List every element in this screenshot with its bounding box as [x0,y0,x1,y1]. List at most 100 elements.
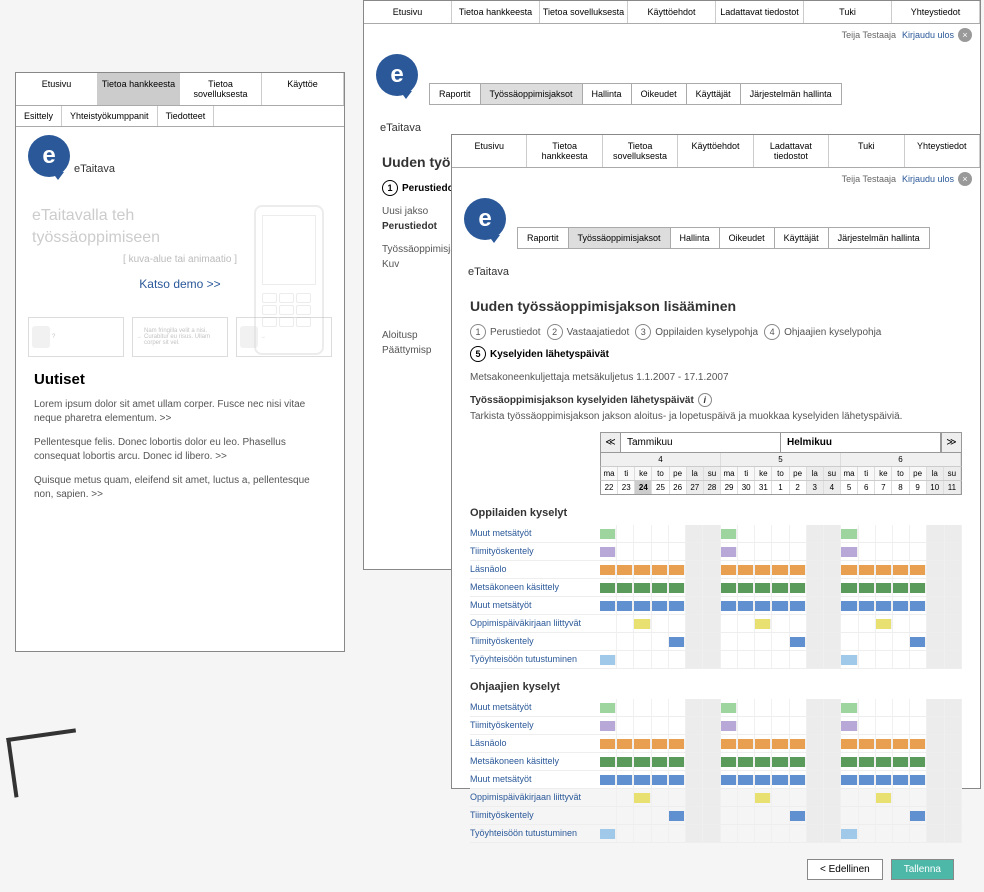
subnav-esittely[interactable]: Esittely [16,106,62,126]
previous-button[interactable]: < Edellinen [807,859,883,880]
schedule-cell[interactable] [945,825,962,842]
schedule-cell[interactable] [927,651,944,668]
nav-tuki[interactable]: Tuki [829,135,904,167]
schedule-cell[interactable] [876,699,893,716]
next-month-icon[interactable]: ≫ [941,433,961,452]
schedule-cell[interactable] [807,789,824,806]
schedule-cell[interactable] [669,615,686,632]
schedule-cell[interactable] [945,789,962,806]
schedule-cell[interactable] [807,597,824,614]
schedule-cell[interactable] [634,561,651,578]
schedule-cell[interactable] [721,771,738,788]
schedule-cell[interactable] [876,789,893,806]
schedule-cell[interactable] [772,735,789,752]
schedule-cell[interactable] [824,807,841,824]
schedule-cell[interactable] [617,753,634,770]
logout-link[interactable]: Kirjaudu ulos [902,30,954,40]
schedule-cell[interactable] [807,735,824,752]
schedule-cell[interactable] [945,579,962,596]
survey-row-label[interactable]: Tiimityöskentely [470,633,600,651]
schedule-cell[interactable] [790,717,807,734]
schedule-cell[interactable] [807,717,824,734]
schedule-cell[interactable] [634,735,651,752]
schedule-cell[interactable] [893,771,910,788]
schedule-cell[interactable] [876,735,893,752]
schedule-cell[interactable] [600,633,617,650]
schedule-cell[interactable] [617,633,634,650]
schedule-cell[interactable] [686,789,703,806]
schedule-cell[interactable] [876,717,893,734]
schedule-cell[interactable] [721,579,738,596]
schedule-cell[interactable] [824,735,841,752]
schedule-cell[interactable] [859,525,876,542]
schedule-cell[interactable] [859,771,876,788]
schedule-cell[interactable] [686,633,703,650]
schedule-cell[interactable] [945,771,962,788]
schedule-cell[interactable] [703,633,720,650]
schedule-cell[interactable] [703,717,720,734]
schedule-cell[interactable] [669,771,686,788]
schedule-cell[interactable] [876,597,893,614]
schedule-cell[interactable] [721,561,738,578]
schedule-cell[interactable] [927,699,944,716]
schedule-cell[interactable] [721,543,738,560]
step-1[interactable]: 1Perustiedot [382,180,457,196]
schedule-cell[interactable] [910,825,927,842]
step-4[interactable]: 4Ohjaajien kyselypohja [764,324,881,340]
nav-kayttoehdot[interactable]: Käyttöehdot [678,135,753,167]
news-item-3[interactable]: Quisque metus quam, eleifend sit amet, l… [34,474,326,502]
schedule-cell[interactable] [738,753,755,770]
schedule-cell[interactable] [893,717,910,734]
schedule-cell[interactable] [669,633,686,650]
schedule-cell[interactable] [721,633,738,650]
schedule-cell[interactable] [634,789,651,806]
schedule-cell[interactable] [617,717,634,734]
survey-row-label[interactable]: Työyhteisöön tutustuminen [470,825,600,843]
logout-link[interactable]: Kirjaudu ulos [902,174,954,184]
tab-raportit[interactable]: Raportit [430,84,481,104]
schedule-cell[interactable] [945,735,962,752]
schedule-cell[interactable] [669,561,686,578]
schedule-cell[interactable] [652,699,669,716]
schedule-cell[interactable] [893,561,910,578]
schedule-cell[interactable] [876,771,893,788]
schedule-cell[interactable] [824,825,841,842]
schedule-cell[interactable] [738,807,755,824]
schedule-cell[interactable] [617,543,634,560]
schedule-cell[interactable] [772,789,789,806]
schedule-cell[interactable] [876,825,893,842]
schedule-cell[interactable] [893,807,910,824]
schedule-cell[interactable] [738,825,755,842]
schedule-cell[interactable] [807,525,824,542]
schedule-cell[interactable] [600,789,617,806]
schedule-cell[interactable] [893,615,910,632]
schedule-cell[interactable] [703,753,720,770]
schedule-cell[interactable] [755,651,772,668]
schedule-cell[interactable] [703,597,720,614]
schedule-cell[interactable] [686,615,703,632]
schedule-cell[interactable] [721,807,738,824]
schedule-cell[interactable] [686,561,703,578]
nav-tietoa-hankkeesta[interactable]: Tietoa hankkeesta [452,1,540,23]
schedule-cell[interactable] [738,579,755,596]
schedule-cell[interactable] [910,561,927,578]
schedule-cell[interactable] [721,699,738,716]
schedule-cell[interactable] [807,615,824,632]
schedule-cell[interactable] [652,651,669,668]
schedule-cell[interactable] [652,615,669,632]
schedule-cell[interactable] [600,825,617,842]
schedule-cell[interactable] [910,615,927,632]
schedule-cell[interactable] [910,771,927,788]
schedule-cell[interactable] [859,633,876,650]
schedule-cell[interactable] [841,543,858,560]
schedule-cell[interactable] [876,651,893,668]
schedule-cell[interactable] [772,561,789,578]
schedule-cell[interactable] [755,561,772,578]
schedule-cell[interactable] [634,753,651,770]
schedule-cell[interactable] [617,735,634,752]
schedule-cell[interactable] [945,699,962,716]
schedule-cell[interactable] [721,651,738,668]
schedule-cell[interactable] [824,789,841,806]
day-cell[interactable]: 30 [738,481,755,494]
schedule-cell[interactable] [910,597,927,614]
